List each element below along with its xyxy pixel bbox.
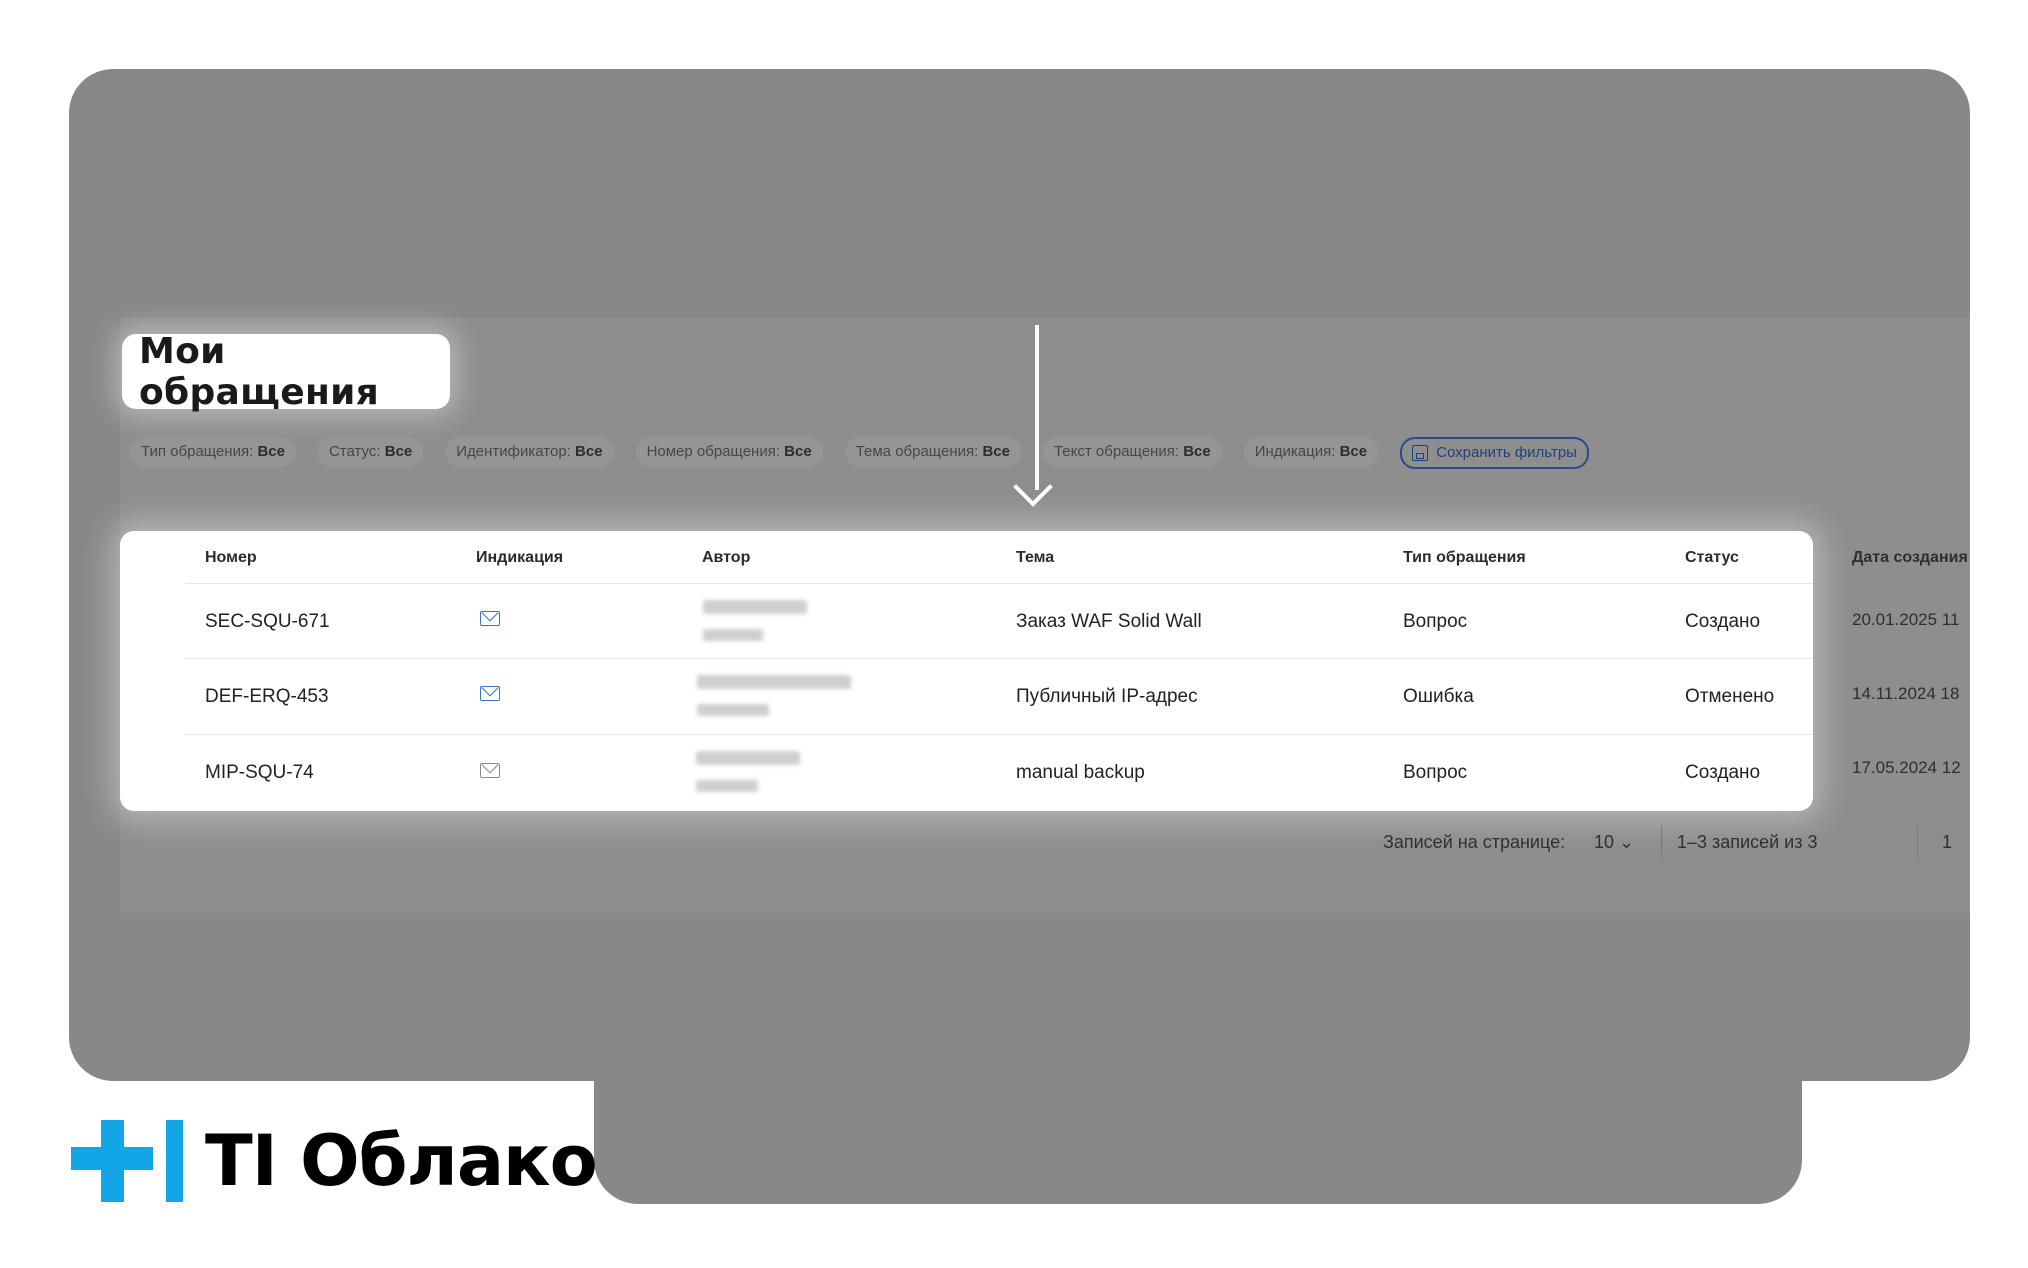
page-select[interactable]: 1 <box>1942 832 1952 853</box>
cell-status: Создано <box>1685 762 1761 783</box>
logo-bar-icon <box>166 1120 183 1202</box>
per-page-select[interactable]: 10 ⌄ <box>1594 832 1634 853</box>
mail-read-icon <box>480 763 500 778</box>
col-created-header[interactable]: Дата создания <box>1852 549 1968 567</box>
filter-text[interactable]: Текст обращения: Все <box>1042 437 1222 467</box>
filter-status[interactable]: Статус: Все <box>317 437 424 467</box>
backdrop-tab <box>594 1040 1802 1204</box>
save-filters-button[interactable]: Сохранить фильтры <box>1400 437 1589 469</box>
chevron-down-icon: ⌄ <box>1619 832 1635 852</box>
filter-indication[interactable]: Индикация: Все <box>1243 437 1379 467</box>
cell-number[interactable]: DEF-ERQ-453 <box>205 686 329 708</box>
cell-number[interactable]: MIP-SQU-74 <box>205 762 314 784</box>
corner-cutout-right <box>1802 1081 2028 1268</box>
col-number-header[interactable]: Номер <box>205 549 257 567</box>
filter-bar: Тип обращения: Все Статус: Все Идентифик… <box>130 437 1589 469</box>
pagination-divider <box>1917 826 1918 858</box>
col-indication-header[interactable]: Индикация <box>476 549 563 567</box>
cell-topic: Заказ WAF Solid Wall <box>1016 611 1202 632</box>
author-blurred <box>703 600 807 614</box>
row-divider <box>185 583 1813 584</box>
page-title: Мои обращения <box>139 330 380 413</box>
page-title-box: Мои обращения <box>122 331 450 413</box>
cell-type: Вопрос <box>1403 611 1468 632</box>
filter-number[interactable]: Номер обращения: Все <box>635 437 823 467</box>
filter-identifier[interactable]: Идентификатор: Все <box>445 437 614 467</box>
cell-created: 17.05.2024 12 <box>1852 758 1961 777</box>
cell-number[interactable]: SEC-SQU-671 <box>205 611 330 633</box>
author-blurred <box>696 751 800 765</box>
author-blurred <box>697 675 851 689</box>
mail-unread-icon <box>480 611 500 626</box>
pagination-divider <box>1661 826 1662 858</box>
author-blurred <box>703 629 763 641</box>
per-page-label: Записей на странице: <box>1383 832 1566 852</box>
logo-plus-icon-vertical <box>101 1120 124 1202</box>
col-status-header[interactable]: Статус <box>1685 549 1739 567</box>
author-blurred <box>696 780 758 792</box>
save-icon <box>1412 445 1429 461</box>
logo-text: TI Облако <box>205 1120 598 1202</box>
mail-unread-icon <box>480 686 500 701</box>
cell-topic: Публичный IP-адрес <box>1016 686 1198 707</box>
cell-type: Вопрос <box>1403 762 1468 783</box>
cell-created: 20.01.2025 11 <box>1852 610 1960 629</box>
filter-type[interactable]: Тип обращения: Все <box>130 437 296 467</box>
cell-created: 14.11.2024 18 <box>1852 684 1960 703</box>
col-topic-header[interactable]: Тема <box>1016 549 1054 567</box>
arrow-down-icon <box>1035 325 1039 490</box>
filter-topic[interactable]: Тема обращения: Все <box>844 437 1021 467</box>
cell-status: Отменено <box>1685 686 1775 707</box>
cell-status: Создано <box>1685 611 1761 632</box>
cell-type: Ошибка <box>1403 686 1474 707</box>
records-range: 1–3 записей из 3 <box>1677 832 1818 852</box>
col-author-header[interactable]: Автор <box>702 549 750 567</box>
col-type-header[interactable]: Тип обращения <box>1403 549 1526 567</box>
cell-topic: manual backup <box>1016 762 1145 783</box>
author-blurred <box>697 704 769 716</box>
row-divider <box>185 658 1813 659</box>
requests-table: Номер Индикация Автор Тема Тип обращения… <box>120 531 1813 811</box>
row-divider <box>185 734 1813 735</box>
